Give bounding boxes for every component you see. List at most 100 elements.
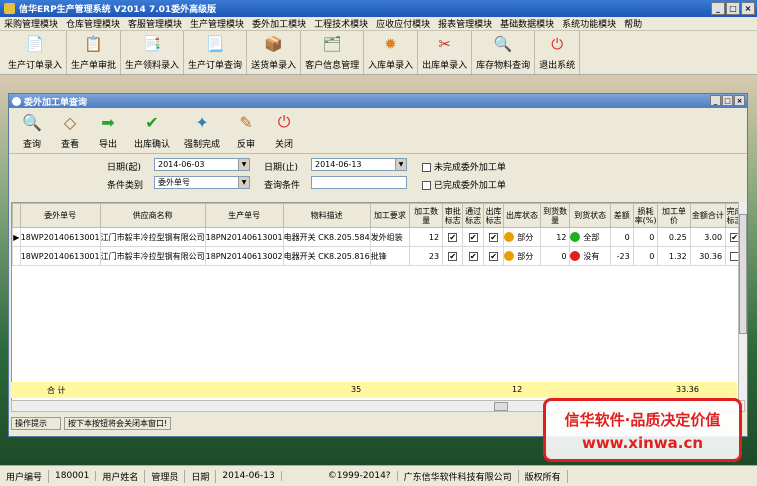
requirement-cell[interactable]: 发外组装	[369, 227, 411, 247]
window-restore-button[interactable]: □	[722, 95, 733, 106]
toolbar-button-9[interactable]: ⏻ 退出系统	[535, 31, 581, 74]
passed-cell[interactable]	[462, 227, 484, 247]
window-minimize-button[interactable]: _	[710, 95, 721, 106]
column-header[interactable]: 到货数量	[539, 203, 571, 228]
prod-no-cell[interactable]: 18PN20140613002	[204, 246, 284, 266]
minimize-button[interactable]: _	[711, 2, 725, 15]
window-tool-0[interactable]: 🔍 查询	[13, 108, 51, 153]
price-cell[interactable]: 1.32	[657, 246, 691, 266]
toolbar-button-2[interactable]: 📑 生产领料录入	[121, 31, 185, 74]
arrived-cell[interactable]: 12	[539, 227, 571, 247]
diff-cell[interactable]: 0	[609, 227, 634, 247]
toolbar-button-8[interactable]: 🔍 库存物料查询	[472, 31, 536, 74]
incomplete-checkbox-row[interactable]: 未完成委外加工单	[422, 160, 506, 173]
outbound-cell[interactable]	[482, 227, 505, 247]
passed-cell[interactable]	[462, 246, 484, 266]
approved-cell[interactable]	[442, 246, 464, 266]
column-header[interactable]: 出库状态	[503, 203, 541, 228]
window-tool-2[interactable]: ➡ 导出	[89, 108, 127, 153]
window-tool-4[interactable]: ✦ 强制完成	[177, 108, 227, 153]
arr-status-cell[interactable]: 没有	[569, 246, 611, 266]
outbound-cell-checkbox[interactable]	[489, 232, 499, 242]
close-button[interactable]: ×	[741, 2, 755, 15]
out-status-cell[interactable]: 部分	[503, 227, 541, 247]
qty-cell[interactable]: 12	[409, 227, 444, 247]
prod-no-cell[interactable]: 18PN20140613001	[204, 227, 284, 247]
menu-item[interactable]: 客服管理模块	[124, 17, 186, 30]
menu-item[interactable]: 生产管理模块	[186, 17, 248, 30]
column-header[interactable]: 物料描述	[282, 203, 371, 228]
row-selector[interactable]: ▶	[12, 227, 21, 247]
window-tool-1[interactable]: ◇ 查看	[51, 108, 89, 153]
vertical-scrollbar[interactable]	[738, 202, 747, 400]
out-status-cell[interactable]: 部分	[503, 246, 541, 266]
column-header[interactable]: 委外单号	[19, 203, 101, 228]
horizontal-scroll-thumb[interactable]	[494, 402, 508, 411]
qty-cell[interactable]: 23	[409, 246, 444, 266]
loss-cell[interactable]: 0	[632, 246, 659, 266]
column-header[interactable]: 加工数量	[409, 203, 444, 228]
maximize-button[interactable]: □	[726, 2, 740, 15]
outbound-cell-checkbox[interactable]	[489, 251, 499, 261]
column-header[interactable]: 供应商名称	[99, 203, 206, 228]
passed-cell-checkbox[interactable]	[468, 232, 478, 242]
amount-cell[interactable]: 3.00	[689, 227, 727, 247]
date-to-picker[interactable]: 2014-06-13 ▼	[311, 158, 407, 171]
menu-item[interactable]: 工程技术模块	[310, 17, 372, 30]
arrived-cell[interactable]: 0	[539, 246, 571, 266]
order-no-cell[interactable]: 18WP20140613001	[19, 246, 101, 266]
column-header[interactable]: 审批标志	[442, 203, 464, 228]
menu-item[interactable]: 应收应付模块	[372, 17, 434, 30]
toolbar-button-0[interactable]: 📄 生产订单录入	[4, 31, 68, 74]
material-cell[interactable]: 电器开关 CK8.205.816	[282, 246, 371, 266]
approved-cell-checkbox[interactable]	[448, 232, 458, 242]
column-header[interactable]: 通过标志	[462, 203, 484, 228]
menu-item[interactable]: 委外加工模块	[248, 17, 310, 30]
loss-cell[interactable]: 0	[632, 227, 659, 247]
column-header[interactable]: 生产单号	[204, 203, 284, 228]
column-header[interactable]: 金额合计	[689, 203, 727, 228]
approved-cell-checkbox[interactable]	[448, 251, 458, 261]
column-header[interactable]: 损耗率(%)	[632, 203, 659, 228]
supplier-cell[interactable]: 江门市毅丰冷拉型钢有限公司	[99, 227, 206, 247]
column-header[interactable]: 差额	[609, 203, 634, 228]
amount-cell[interactable]: 30.36	[689, 246, 727, 266]
menu-item[interactable]: 基础数据模块	[496, 17, 558, 30]
date-from-picker[interactable]: 2014-06-03 ▼	[154, 158, 250, 171]
toolbar-button-3[interactable]: 📃 生产订单查询	[184, 31, 248, 74]
table-row[interactable]: 18WP20140613001 江门市毅丰冷拉型钢有限公司 18PN20140613…	[12, 246, 744, 266]
approved-cell[interactable]	[442, 227, 464, 247]
menu-item[interactable]: 采购管理模块	[0, 17, 62, 30]
material-cell[interactable]: 电器开关 CK8.205.584	[282, 227, 371, 247]
toolbar-button-1[interactable]: 📋 生产单审批	[67, 31, 122, 74]
window-tool-3[interactable]: ✔ 出库确认	[127, 108, 177, 153]
price-cell[interactable]: 0.25	[657, 227, 691, 247]
passed-cell-checkbox[interactable]	[468, 251, 478, 261]
menu-item[interactable]: 帮助	[620, 17, 646, 30]
requirement-cell[interactable]: 批锋	[369, 246, 411, 266]
toolbar-button-5[interactable]: 🗂 客户信息管理	[301, 31, 365, 74]
diff-cell[interactable]: -23	[609, 246, 634, 266]
cond-value-input[interactable]	[311, 176, 407, 189]
toolbar-button-6[interactable]: ✹ 入库单录入	[364, 31, 419, 74]
column-header[interactable]: 加工要求	[369, 203, 411, 228]
column-header[interactable]: 出库标志	[482, 203, 505, 228]
menu-item[interactable]: 仓库管理模块	[62, 17, 124, 30]
outbound-cell[interactable]	[482, 246, 505, 266]
window-tool-6[interactable]: ⏻ 关闭	[265, 108, 303, 153]
complete-checkbox[interactable]	[422, 181, 431, 190]
order-no-cell[interactable]: 18WP20140613001	[19, 227, 101, 247]
window-close-button[interactable]: ×	[734, 95, 745, 106]
column-header[interactable]: 到货状态	[569, 203, 611, 228]
supplier-cell[interactable]: 江门市毅丰冷拉型钢有限公司	[99, 246, 206, 266]
toolbar-button-4[interactable]: 📦 送货单录入	[247, 31, 302, 74]
vertical-scroll-thumb[interactable]	[739, 214, 747, 334]
menu-item[interactable]: 报表管理模块	[434, 17, 496, 30]
toolbar-button-7[interactable]: ✂ 出库单录入	[418, 31, 473, 74]
incomplete-checkbox[interactable]	[422, 163, 431, 172]
menu-item[interactable]: 系统功能模块	[558, 17, 620, 30]
arr-status-cell[interactable]: 全部	[569, 227, 611, 247]
cond-type-select[interactable]: 委外单号 ▼	[154, 176, 250, 189]
complete-checkbox-row[interactable]: 已完成委外加工单	[422, 178, 506, 191]
window-tool-5[interactable]: ✎ 反审	[227, 108, 265, 153]
